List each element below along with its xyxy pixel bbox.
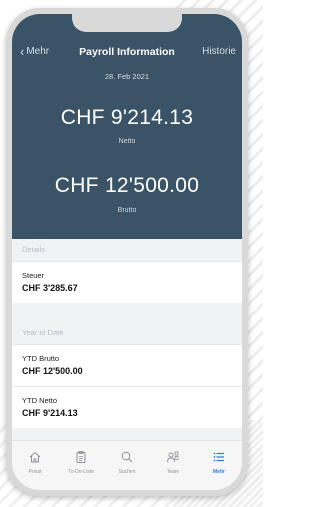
tab-bar: Privat To-Do-Liste Suchen Team Mehr xyxy=(12,440,242,490)
tab-todo-label: To-Do-Liste xyxy=(68,469,94,475)
brutto-label: Brutto xyxy=(117,207,137,214)
home-icon xyxy=(12,450,58,464)
netto-label: Netto xyxy=(118,138,136,145)
steuer-value: CHF 3'285.67 xyxy=(22,283,78,293)
tab-suchen[interactable]: Suchen xyxy=(104,441,150,490)
payroll-summary-header: ‹ Mehr Payroll Information Historie 28. … xyxy=(12,14,242,239)
tab-todo[interactable]: To-Do-Liste xyxy=(58,441,104,490)
search-icon xyxy=(104,450,150,464)
ytd-netto-label: YTD Netto xyxy=(22,396,58,405)
ytd-brutto-row: YTD Brutto CHF 12'500.00 xyxy=(12,344,242,386)
tab-privat[interactable]: Privat xyxy=(12,441,58,490)
clipboard-icon xyxy=(58,450,104,464)
phone-notch xyxy=(72,14,182,32)
tab-mehr-label: Mehr xyxy=(213,469,225,475)
ytd-section-header: Year to Date xyxy=(12,322,242,344)
team-icon xyxy=(150,450,196,464)
ytd-netto-value: CHF 9'214.13 xyxy=(22,408,78,418)
payroll-date: 28. Feb 2021 xyxy=(104,72,150,81)
ytd-brutto-value: CHF 12'500.00 xyxy=(22,366,83,376)
navigation-bar: ‹ Mehr Payroll Information Historie xyxy=(12,44,242,62)
tab-suchen-label: Suchen xyxy=(118,469,136,475)
phone-frame: ‹ Mehr Payroll Information Historie 28. … xyxy=(6,8,248,496)
tab-team[interactable]: Team xyxy=(150,441,196,490)
brutto-amount: CHF 12'500.00 xyxy=(54,174,200,197)
tab-mehr[interactable]: Mehr xyxy=(196,441,242,490)
tab-privat-label: Privat xyxy=(28,469,42,475)
steuer-row: Steuer CHF 3'285.67 xyxy=(12,261,242,303)
steuer-label: Steuer xyxy=(22,271,45,280)
details-section-header: Details xyxy=(12,239,242,261)
list-icon xyxy=(196,450,242,464)
ytd-brutto-label: YTD Brutto xyxy=(22,354,60,363)
ytd-netto-row: YTD Netto CHF 9'214.13 xyxy=(12,386,242,428)
netto-amount: CHF 9'214.13 xyxy=(60,106,194,129)
history-button[interactable]: Historie xyxy=(202,46,236,57)
app-screen: ‹ Mehr Payroll Information Historie 28. … xyxy=(12,14,242,490)
tab-team-label: Team xyxy=(166,469,180,475)
